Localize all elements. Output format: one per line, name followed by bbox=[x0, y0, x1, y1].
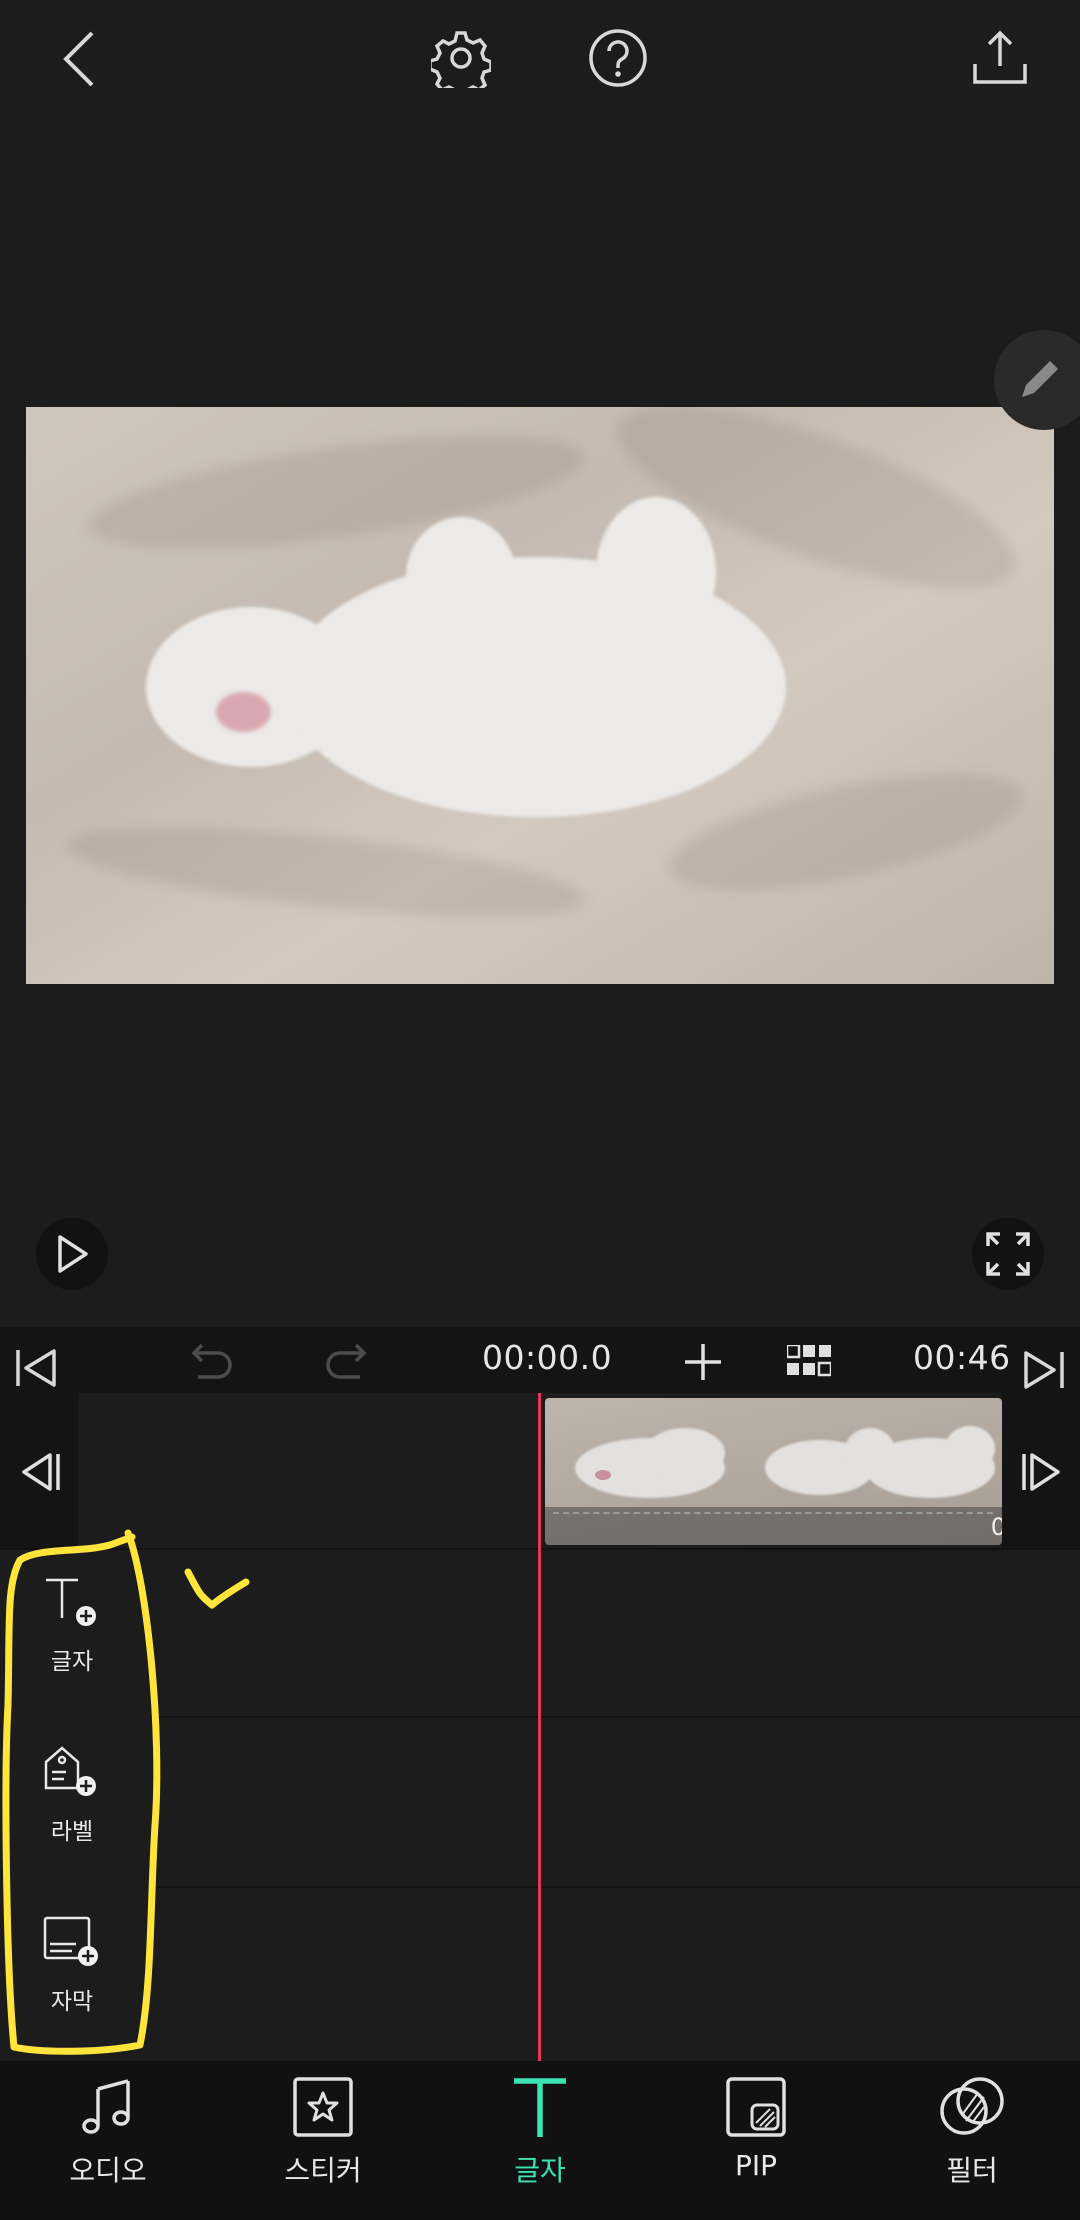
lane-divider bbox=[150, 1716, 1080, 1718]
trim-left-icon bbox=[22, 1453, 60, 1491]
nav-sticker[interactable]: 스티커 bbox=[233, 2075, 413, 2189]
nav-filter-label: 필터 bbox=[946, 2154, 998, 2187]
sticker-star-icon bbox=[293, 2077, 353, 2137]
grid-icon bbox=[787, 1345, 831, 1377]
help-icon bbox=[589, 29, 647, 87]
back-button[interactable] bbox=[35, 14, 125, 104]
music-note-icon bbox=[82, 2079, 130, 2134]
nav-pip-label: PIP bbox=[734, 2149, 778, 2182]
multi-select-button[interactable] bbox=[787, 1345, 831, 1377]
pip-icon bbox=[726, 2077, 786, 2137]
video-clip[interactable]: 0 bbox=[545, 1398, 1002, 1545]
nav-text[interactable]: 글자 bbox=[450, 2075, 630, 2189]
total-duration: 00:46 bbox=[913, 1338, 1011, 1377]
nav-audio-label: 오디오 bbox=[69, 2154, 147, 2187]
nav-sticker-label: 스티커 bbox=[284, 2154, 362, 2187]
playhead[interactable] bbox=[538, 1393, 541, 2061]
nav-text-label: 글자 bbox=[514, 2154, 566, 2187]
annotation-highlight bbox=[2, 1529, 250, 2055]
trim-right-handle[interactable] bbox=[1002, 1393, 1080, 1548]
nav-filter[interactable]: 필터 bbox=[882, 2075, 1062, 2189]
current-time: 00:00.0 bbox=[482, 1338, 613, 1377]
jump-to-start-button[interactable] bbox=[14, 1346, 58, 1390]
nav-pip[interactable]: PIP bbox=[666, 2075, 846, 2182]
fullscreen-button[interactable] bbox=[972, 1218, 1044, 1290]
fullscreen-icon bbox=[986, 1232, 1030, 1276]
chevron-left-icon bbox=[63, 31, 94, 87]
gear-icon bbox=[431, 31, 491, 88]
undo-icon bbox=[191, 1343, 232, 1379]
nav-audio[interactable]: 오디오 bbox=[18, 2075, 198, 2189]
play-icon bbox=[58, 1235, 88, 1273]
add-media-button[interactable] bbox=[683, 1342, 723, 1382]
redo-button[interactable] bbox=[322, 1341, 368, 1381]
export-button[interactable] bbox=[955, 13, 1045, 103]
clip-duration-label: 0 bbox=[990, 1513, 1002, 1541]
redo-icon bbox=[326, 1343, 367, 1379]
jump-to-end-button[interactable] bbox=[1022, 1348, 1066, 1392]
help-button[interactable] bbox=[573, 13, 663, 103]
play-button[interactable] bbox=[36, 1218, 108, 1290]
video-preview[interactable] bbox=[26, 407, 1054, 984]
lane-divider bbox=[150, 1886, 1080, 1888]
undo-button[interactable] bbox=[190, 1341, 236, 1381]
trim-right-icon bbox=[1022, 1453, 1060, 1491]
skip-end-icon bbox=[1024, 1351, 1064, 1389]
text-t-icon bbox=[514, 2078, 566, 2137]
skip-start-icon bbox=[16, 1349, 56, 1387]
share-upload-icon bbox=[973, 30, 1027, 84]
clip-audio-waveform bbox=[545, 1507, 1002, 1545]
pencil-icon bbox=[1022, 361, 1058, 397]
filter-icon bbox=[940, 2077, 1004, 2135]
plus-icon bbox=[685, 1344, 721, 1380]
settings-button[interactable] bbox=[416, 13, 506, 103]
